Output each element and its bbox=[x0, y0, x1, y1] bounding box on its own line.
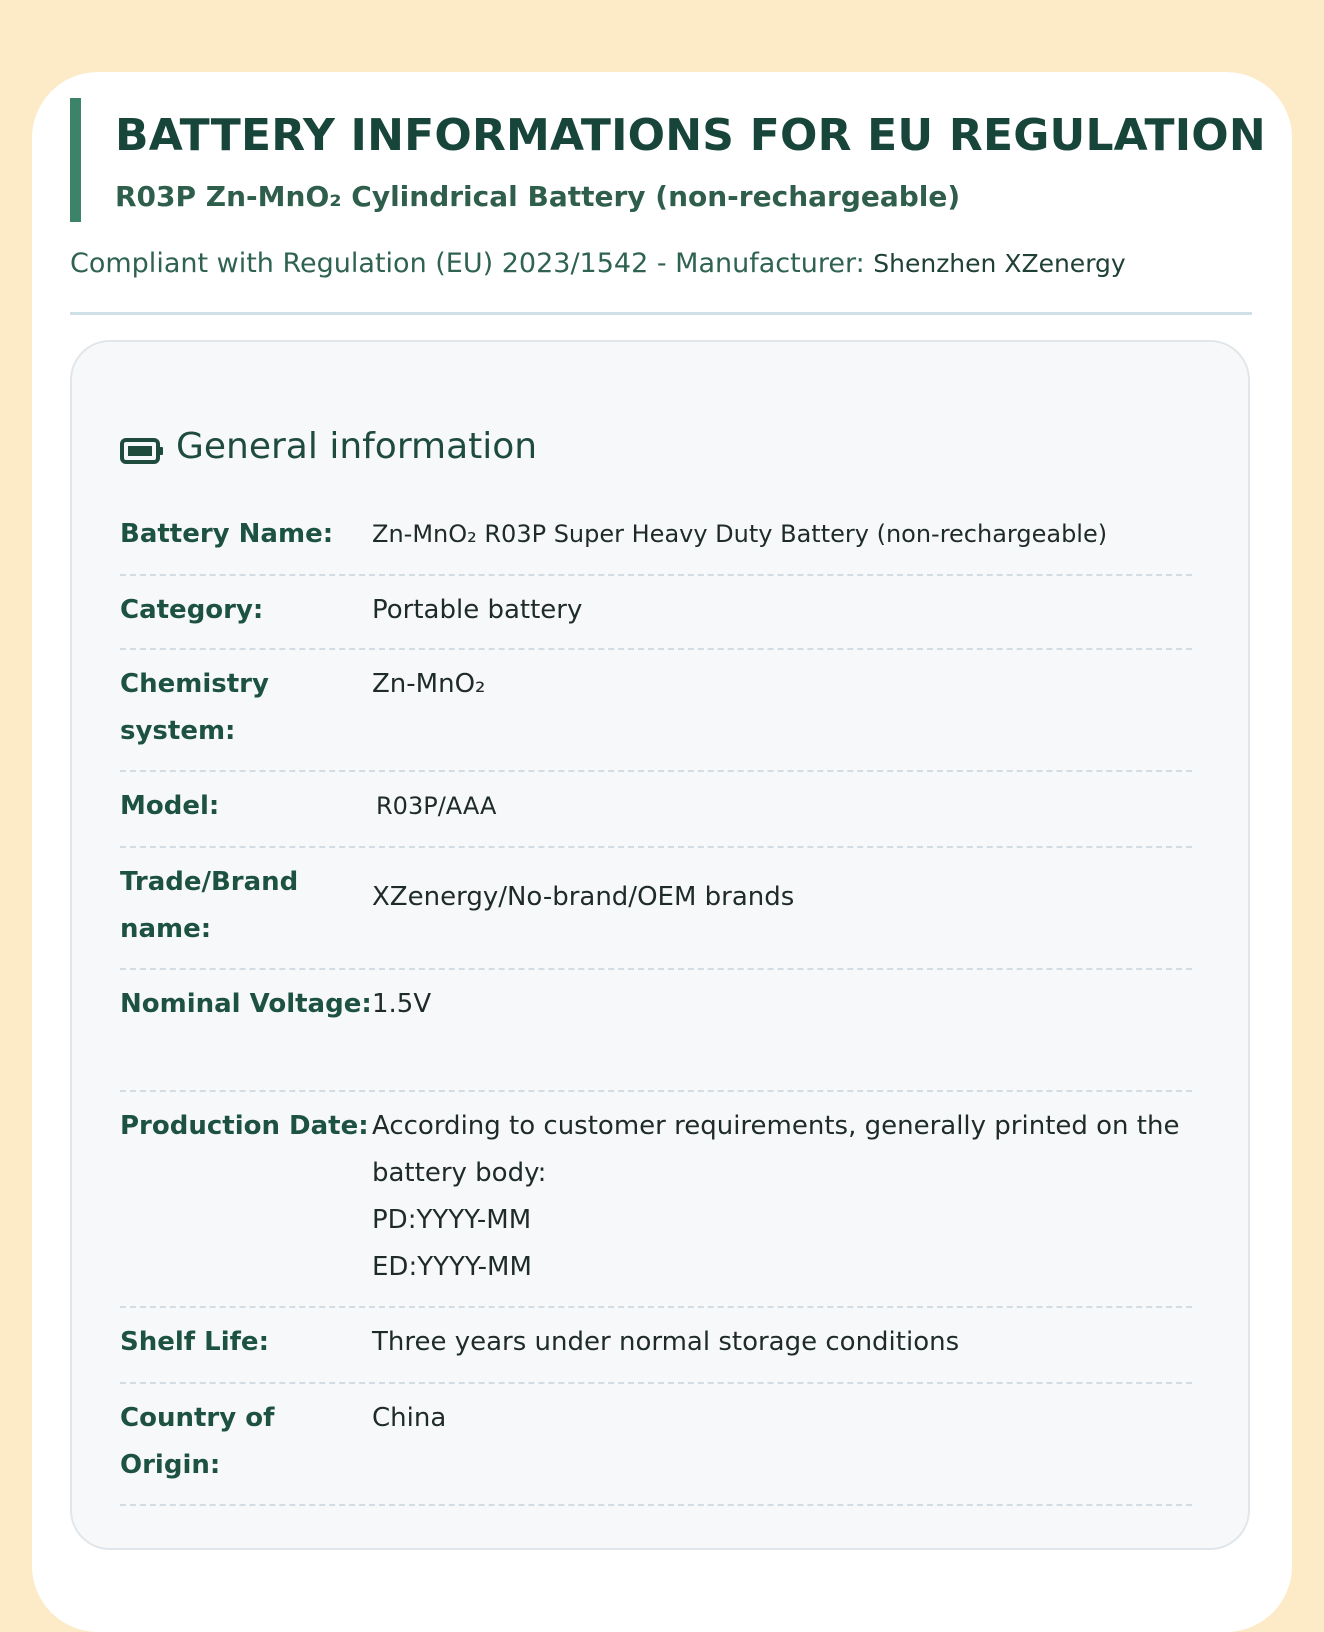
row-label: Shelf Life: bbox=[120, 1327, 269, 1357]
manufacturer-name: Shenzhen XZenergy bbox=[873, 249, 1126, 278]
info-row-shelf-life: Shelf Life: Three years under normal sto… bbox=[120, 1308, 1192, 1384]
row-value: XZenergy/No-brand/OEM brands bbox=[372, 882, 795, 912]
row-value: Zn-MnO₂ R03P Super Heavy Duty Battery (n… bbox=[372, 520, 1108, 548]
row-label: Category: bbox=[120, 595, 264, 625]
row-value: Zn-MnO₂ bbox=[372, 669, 486, 699]
info-row-battery-name: Battery Name: Zn-MnO₂ R03P Super Heavy D… bbox=[120, 500, 1192, 576]
row-label: Nominal Voltage: bbox=[120, 989, 372, 1019]
row-label: Country of Origin: bbox=[120, 1403, 275, 1480]
general-info-panel: General information Battery Name: Zn-MnO… bbox=[70, 340, 1250, 1550]
info-row-production-date: Production Date: According to customer r… bbox=[120, 1092, 1192, 1308]
row-value: China bbox=[372, 1403, 447, 1433]
info-row-chemistry: Chemistry system: Zn-MnO₂ bbox=[120, 650, 1192, 772]
row-label: Chemistry system: bbox=[120, 669, 269, 746]
page-subtitle: R03P Zn-MnO₂ Cylindrical Battery (non-re… bbox=[115, 180, 961, 213]
info-row-model: Model: R03P/AAA bbox=[120, 772, 1192, 848]
section-heading: General information bbox=[120, 426, 537, 467]
section-heading-label: General information bbox=[176, 426, 538, 467]
info-row-category: Category: Portable battery bbox=[120, 576, 1192, 650]
header-divider bbox=[70, 312, 1252, 315]
row-value: R03P/AAA bbox=[376, 792, 497, 820]
row-value: 1.5V bbox=[372, 989, 432, 1019]
row-value: Portable battery bbox=[372, 595, 583, 625]
row-value: Three years under normal storage conditi… bbox=[372, 1327, 960, 1357]
battery-icon bbox=[120, 433, 164, 464]
compliance-text: Compliant with Regulation (EU) 2023/1542… bbox=[70, 248, 874, 279]
info-row-country: Country of Origin: China bbox=[120, 1384, 1192, 1506]
compliance-line: Compliant with Regulation (EU) 2023/1542… bbox=[70, 248, 1126, 279]
title-block: BATTERY INFORMATIONS FOR EU REGULATION R… bbox=[70, 98, 1266, 222]
row-label: Model: bbox=[120, 791, 220, 821]
info-row-brand: Trade/Brand name: XZenergy/No-brand/OEM … bbox=[120, 848, 1192, 970]
info-row-voltage: Nominal Voltage: 1.5V bbox=[120, 970, 1192, 1092]
row-label: Production Date: bbox=[120, 1111, 369, 1141]
row-value: According to customer requirements, gene… bbox=[372, 1111, 1180, 1282]
row-label: Trade/Brand name: bbox=[120, 867, 299, 944]
info-rows: Battery Name: Zn-MnO₂ R03P Super Heavy D… bbox=[120, 500, 1192, 1506]
page-title: BATTERY INFORMATIONS FOR EU REGULATION bbox=[115, 110, 1266, 161]
row-label: Battery Name: bbox=[120, 519, 334, 549]
page-card: BATTERY INFORMATIONS FOR EU REGULATION R… bbox=[32, 72, 1292, 1632]
